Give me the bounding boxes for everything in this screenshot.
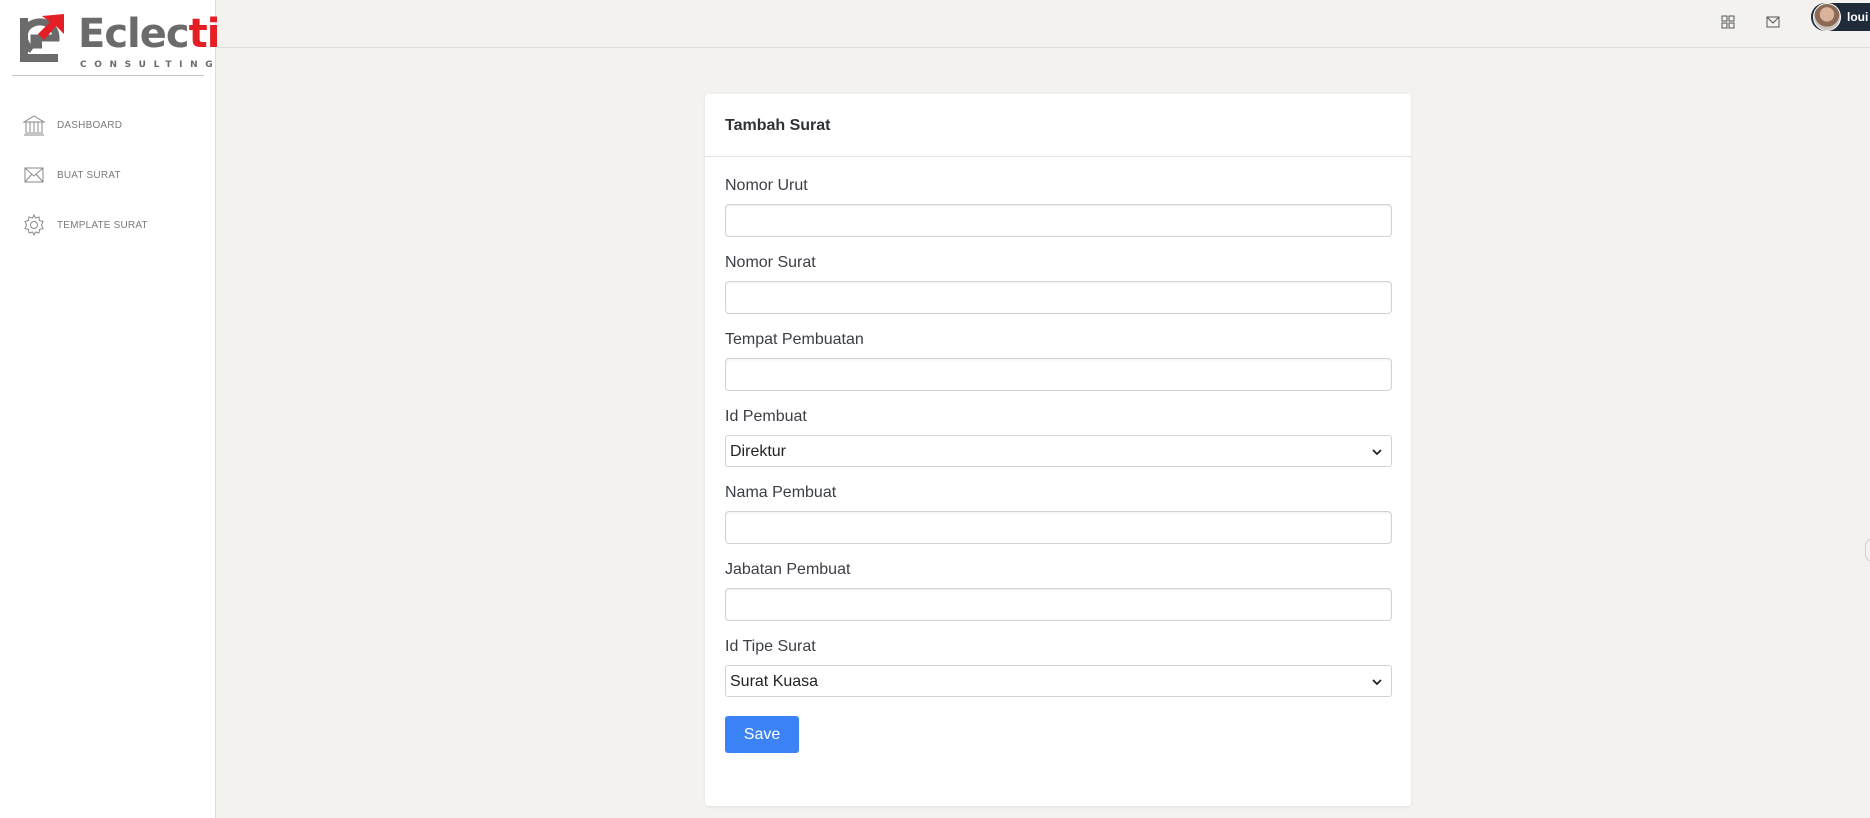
jabatan-pembuat-input[interactable] (725, 588, 1392, 621)
sidebar-nav: DASHBOARD BUAT SURAT TEMPLATE SURAT (0, 100, 216, 250)
bank-icon (22, 115, 46, 136)
nomor-surat-input[interactable] (725, 281, 1392, 314)
mail-icon[interactable] (1765, 14, 1781, 30)
field-label: Nomor Surat (725, 254, 816, 271)
mail-icon (24, 167, 44, 183)
logo-e-icon (20, 14, 64, 62)
chevron-down-icon (1372, 449, 1382, 456)
id-tipe-surat-select[interactable]: Surat Kuasa (725, 665, 1392, 697)
page-title: Tambah Surat (725, 117, 831, 134)
field-label: Id Tipe Surat (725, 638, 816, 655)
brand-tagline: CONSULTING (80, 60, 221, 70)
save-button[interactable]: Save (725, 716, 799, 753)
nama-pembuat-input[interactable] (725, 511, 1392, 544)
sidebar-item-buat-surat[interactable]: BUAT SURAT (0, 150, 216, 200)
brand-name-part: Eclec (78, 11, 190, 57)
brand-logo[interactable]: Eclectic CONSULTING (12, 10, 243, 76)
field-jabatan-pembuat: Jabatan Pembuat (725, 561, 1392, 621)
grid-icon[interactable] (1720, 14, 1736, 30)
sidebar-item-label: DASHBOARD (57, 119, 123, 131)
sidebar-item-template-surat[interactable]: TEMPLATE SURAT (0, 200, 216, 250)
user-menu[interactable]: loui (1811, 3, 1870, 31)
panel-toggle-handle[interactable] (1865, 538, 1870, 562)
field-label: Nama Pembuat (725, 484, 837, 501)
sidebar: Eclectic CONSULTING DASHBOARD BUAT SURAT… (0, 0, 243, 818)
topbar: loui (217, 0, 1870, 48)
field-nomor-urut: Nomor Urut (725, 177, 1392, 237)
field-id-pembuat: Id Pembuat Direktur (725, 408, 1392, 467)
nomor-urut-input[interactable] (725, 204, 1392, 237)
field-label: Nomor Urut (725, 177, 808, 194)
sidebar-item-dashboard[interactable]: DASHBOARD (0, 100, 216, 150)
field-label: Tempat Pembuatan (725, 331, 864, 348)
sidebar-item-label: TEMPLATE SURAT (57, 219, 148, 231)
id-pembuat-select[interactable]: Direktur (725, 435, 1392, 467)
chevron-down-icon (1372, 679, 1382, 686)
field-nama-pembuat: Nama Pembuat (725, 484, 1392, 544)
form-card: Tambah Surat Nomor Urut Nomor Surat Temp… (705, 94, 1411, 806)
brand-name-accent: ti (188, 11, 221, 57)
select-value: Surat Kuasa (730, 673, 819, 690)
field-tempat-pembuatan: Tempat Pembuatan (725, 331, 1392, 391)
user-name: loui (1847, 10, 1869, 24)
select-value: Direktur (730, 443, 787, 460)
card-header: Tambah Surat (705, 94, 1411, 157)
gear-icon (24, 213, 44, 237)
field-label: Id Pembuat (725, 408, 807, 425)
sidebar-item-label: BUAT SURAT (57, 169, 121, 181)
field-label: Jabatan Pembuat (725, 561, 851, 578)
field-nomor-surat: Nomor Surat (725, 254, 1392, 314)
field-id-tipe-surat: Id Tipe Surat Surat Kuasa (725, 638, 1392, 697)
tempat-pembuatan-input[interactable] (725, 358, 1392, 391)
avatar (1813, 3, 1841, 31)
form-body: Nomor Urut Nomor Surat Tempat Pembuatan … (705, 157, 1411, 753)
